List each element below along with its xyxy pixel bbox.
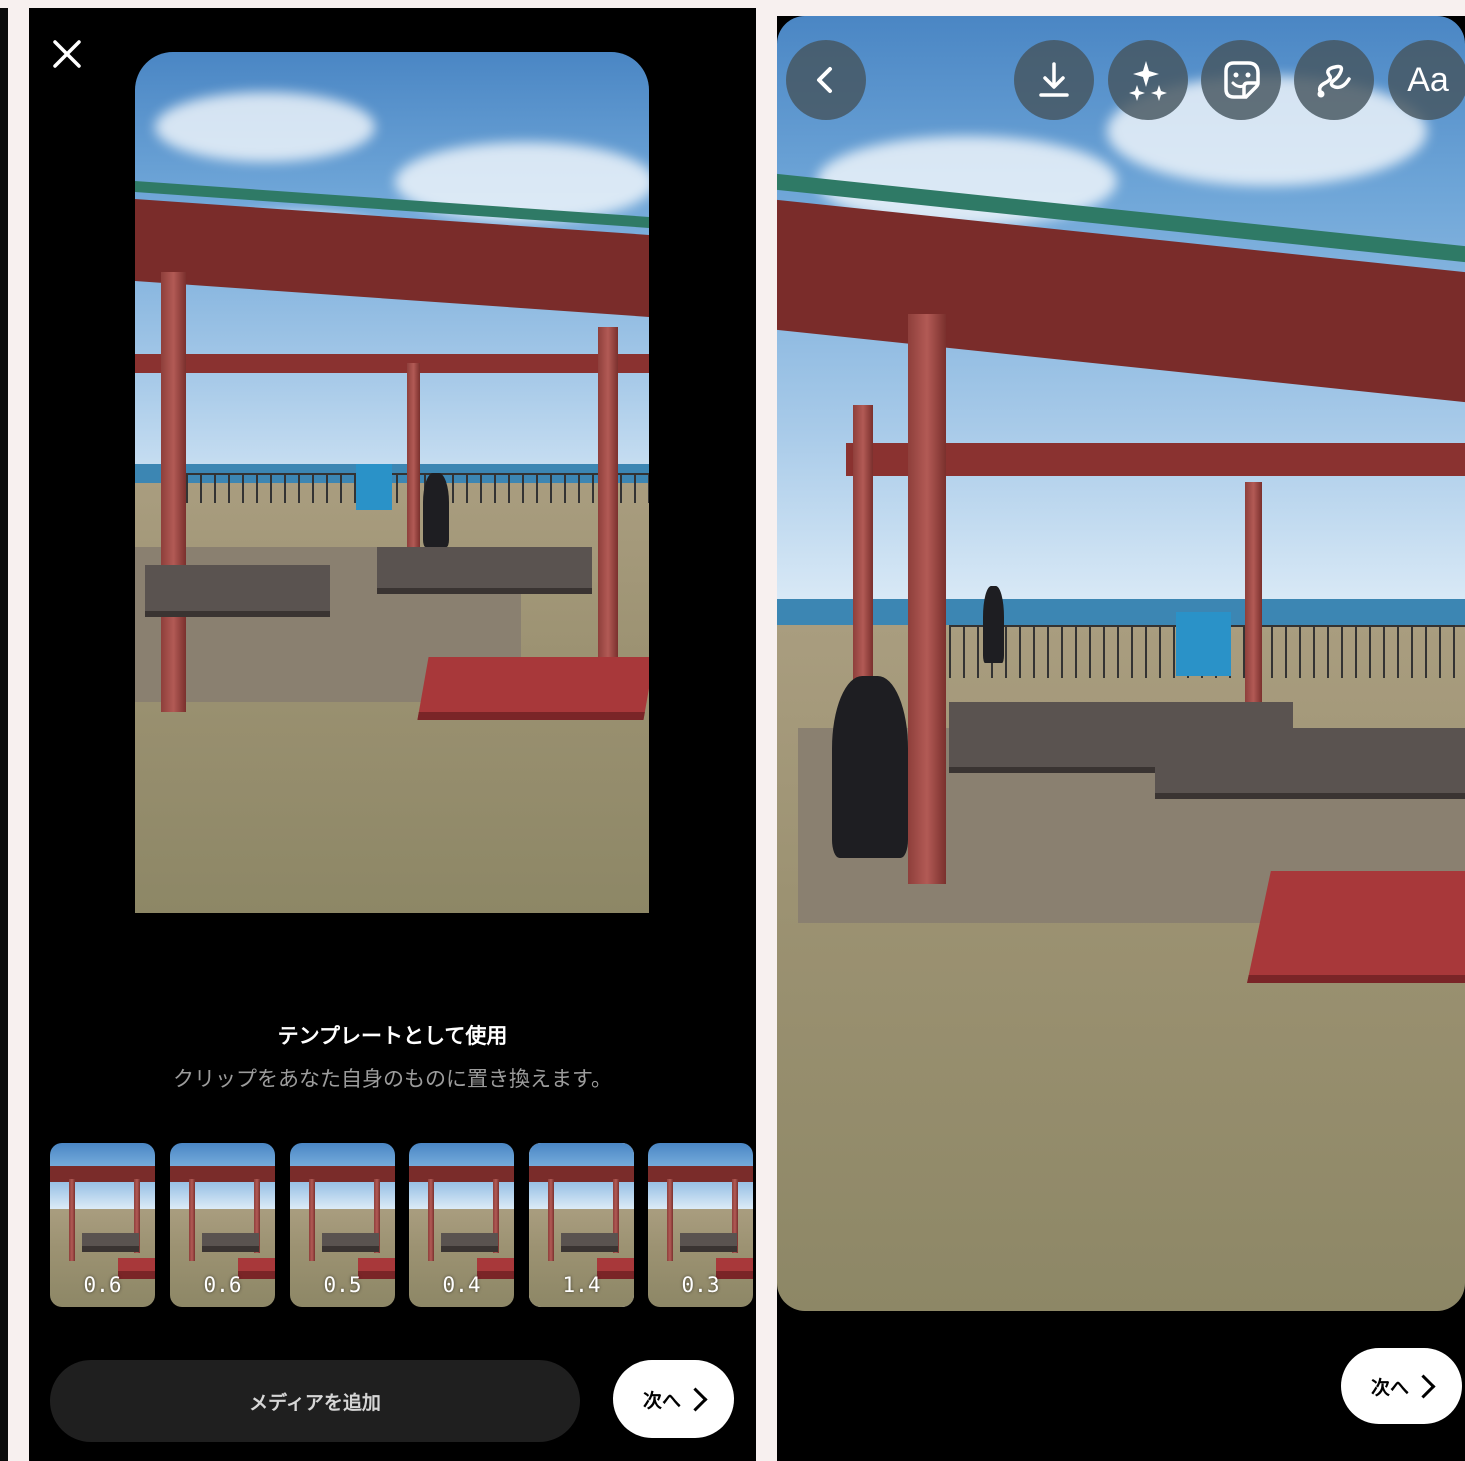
sticker-button[interactable] [1201, 40, 1281, 120]
download-icon [1039, 62, 1069, 97]
template-title: テンプレートとして使用 [277, 1024, 508, 1048]
previous-panel-edge [0, 8, 8, 1461]
next-button-label: 次へ [1370, 1376, 1409, 1399]
text-tool-button[interactable]: Aa [1388, 40, 1465, 120]
clip-thumbnail-6[interactable]: 0.3 [648, 1143, 753, 1307]
chevron-right-icon [1411, 1373, 1436, 1399]
chevron-right-icon [683, 1386, 708, 1412]
story-photo [777, 16, 1465, 1311]
template-subtitle: クリップをあなた自身のものに置き換えます。 [173, 1067, 612, 1091]
clip-duration: 0.3 [681, 1273, 720, 1297]
clip-duration: 0.6 [203, 1273, 242, 1297]
clip-thumbnail-3[interactable]: 0.5 [290, 1143, 395, 1307]
next-button[interactable]: 次へ [613, 1360, 734, 1438]
clip-thumbnail-1[interactable]: 0.6 [50, 1143, 155, 1307]
clip-duration: 0.5 [323, 1273, 362, 1297]
add-media-button[interactable]: メディアを追加 [50, 1360, 580, 1442]
clip-thumbnail-2[interactable]: 0.6 [170, 1143, 275, 1307]
effects-button[interactable] [1108, 40, 1188, 120]
next-button-label: 次へ [642, 1389, 681, 1412]
sparkles-icon [1129, 61, 1167, 101]
close-icon [53, 40, 81, 68]
text-tool-label: Aa [1407, 60, 1449, 99]
download-button[interactable] [1014, 40, 1094, 120]
chevron-left-icon [817, 67, 832, 93]
clip-duration: 0.6 [83, 1273, 122, 1297]
clip-strip: 0.6 0.6 0.5 0.4 1.4 0.3 [50, 1143, 756, 1307]
clip-thumbnail-4[interactable]: 0.4 [409, 1143, 514, 1307]
clip-thumbnail-5-selected[interactable]: 1.4 [529, 1143, 634, 1307]
squiggle-draw-icon [1317, 64, 1351, 98]
close-button[interactable] [47, 34, 87, 74]
clip-duration: 1.4 [562, 1273, 601, 1297]
clip-duration: 0.4 [442, 1273, 481, 1297]
back-button[interactable] [786, 40, 866, 120]
story-editor-panel: Aa 次へ [777, 16, 1465, 1461]
sticker-icon [1224, 61, 1260, 99]
template-editor-panel: テンプレートとして使用 クリップをあなた自身のものに置き換えます。 0.6 0.… [29, 8, 756, 1461]
draw-button[interactable] [1294, 40, 1374, 120]
template-preview-image [135, 52, 649, 968]
next-button[interactable]: 次へ [1341, 1348, 1462, 1424]
